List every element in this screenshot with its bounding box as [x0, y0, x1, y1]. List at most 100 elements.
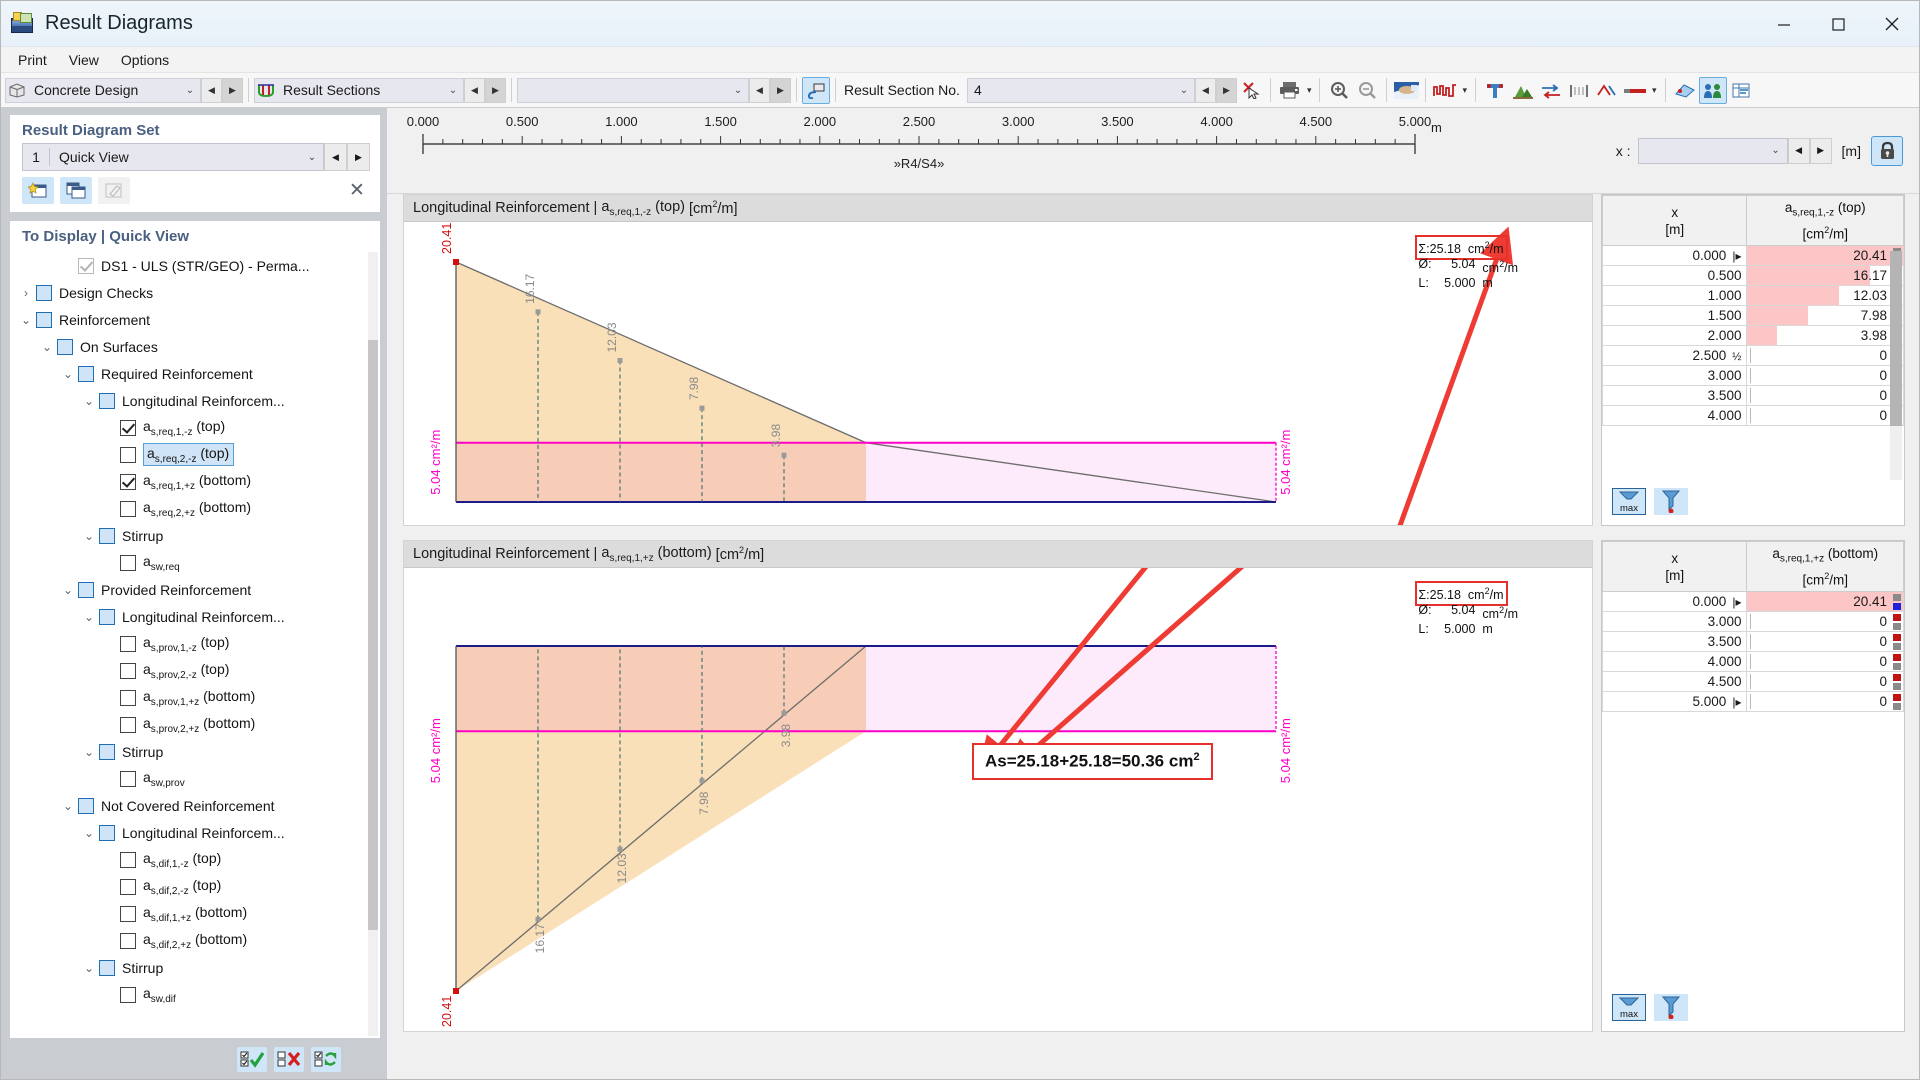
- type-prev-button[interactable]: ◀: [464, 77, 485, 103]
- delete-cursor-icon[interactable]: [1237, 77, 1265, 104]
- tree-item-checkbox[interactable]: [120, 932, 136, 949]
- tree-item[interactable]: ›as,prov,1,-z (top): [10, 630, 380, 657]
- table-row[interactable]: 4.000 0: [1602, 651, 1904, 673]
- x-prev-button[interactable]: ◀: [1787, 137, 1810, 164]
- tree-item-checkbox[interactable]: [120, 635, 136, 652]
- tree-item[interactable]: ›asw,req: [10, 549, 380, 576]
- zoom-out-icon[interactable]: [1353, 77, 1381, 104]
- table-row[interactable]: 0.000 |▸ 20.41: [1602, 591, 1904, 613]
- table-top-scrollbar[interactable]: [1890, 251, 1902, 480]
- landscape-icon[interactable]: [1509, 77, 1537, 104]
- tree-item-checkbox[interactable]: [120, 851, 136, 868]
- blank-combo[interactable]: ⌄: [517, 77, 749, 103]
- exchange-icon[interactable]: [1537, 77, 1565, 104]
- diagram-set-combo[interactable]: 1 Quick View ⌄: [22, 143, 324, 171]
- maximize-button[interactable]: [1811, 1, 1865, 47]
- tree-item[interactable]: ⌄ Longitudinal Reinforcem...: [10, 387, 380, 414]
- tree-item-checkbox[interactable]: [120, 878, 136, 895]
- tree-item-checkbox[interactable]: [120, 716, 136, 733]
- tree-item-checkbox[interactable]: [120, 662, 136, 679]
- tree-item-checkbox[interactable]: [99, 743, 115, 760]
- diagram-set-next-button[interactable]: ▶: [347, 143, 370, 171]
- tree-item-checkbox[interactable]: [120, 473, 136, 490]
- chevron-down-icon[interactable]: ⌄: [79, 529, 99, 543]
- tree-item[interactable]: ⌄ Stirrup: [10, 522, 380, 549]
- lock-icon[interactable]: [1871, 135, 1903, 166]
- table-row[interactable]: 3.500 0: [1602, 385, 1904, 407]
- tree-item[interactable]: › Design Checks: [10, 279, 380, 306]
- chevron-right-icon[interactable]: ›: [16, 286, 36, 300]
- table-row[interactable]: 0.500 16.17: [1602, 265, 1904, 287]
- tree-scrollbar[interactable]: [368, 252, 378, 1036]
- filter-icon[interactable]: [1654, 994, 1688, 1021]
- module-prev-button[interactable]: ◀: [201, 77, 222, 103]
- tree-item[interactable]: ›as,dif,2,-z (top): [10, 873, 380, 900]
- ruler-icon[interactable]: [1593, 77, 1621, 104]
- max-filter-button[interactable]: max: [1612, 488, 1646, 515]
- line-style-icon[interactable]: [1621, 77, 1649, 104]
- edit-set-icon[interactable]: [98, 177, 130, 204]
- tree-item[interactable]: ⌄ Longitudinal Reinforcem...: [10, 603, 380, 630]
- line-style-caret[interactable]: ▾: [1649, 85, 1660, 96]
- people-icon[interactable]: [1698, 76, 1727, 104]
- tree-item[interactable]: ⌄ Longitudinal Reinforcem...: [10, 819, 380, 846]
- tree-item[interactable]: ›as,dif,2,+z (bottom): [10, 927, 380, 954]
- chevron-down-icon[interactable]: ⌄: [37, 340, 57, 354]
- tree-item-checkbox[interactable]: [120, 500, 136, 517]
- tree-item-checkbox[interactable]: [120, 419, 136, 436]
- menu-print[interactable]: Print: [7, 49, 58, 71]
- filter-icon[interactable]: [1654, 488, 1688, 515]
- tree-item-checkbox[interactable]: [99, 608, 115, 625]
- chevron-down-icon[interactable]: ⌄: [58, 799, 78, 813]
- tree-item-checkbox[interactable]: [120, 905, 136, 922]
- section-next-button[interactable]: ▶: [1215, 77, 1237, 103]
- diagram-set-prev-button[interactable]: ◀: [324, 143, 347, 171]
- table-row[interactable]: 5.000 |▸ 0: [1602, 691, 1904, 713]
- render-icon[interactable]: [1392, 77, 1420, 104]
- close-button[interactable]: [1865, 1, 1919, 47]
- module-combo[interactable]: Concrete Design ⌄: [5, 77, 201, 103]
- tree-item-checkbox[interactable]: [99, 824, 115, 841]
- table-row[interactable]: 3.000 0: [1602, 611, 1904, 633]
- table-icon[interactable]: [1727, 77, 1755, 104]
- tree-item[interactable]: ›as,prov,1,+z (bottom): [10, 684, 380, 711]
- diagram-dropdown-caret[interactable]: ▾: [1459, 85, 1470, 96]
- chevron-down-icon[interactable]: ⌄: [16, 313, 36, 327]
- x-next-button[interactable]: ▶: [1809, 137, 1832, 164]
- tree-item-checkbox[interactable]: [120, 689, 136, 706]
- print-dropdown-caret[interactable]: ▾: [1304, 85, 1315, 96]
- x-combo[interactable]: ⌄: [1637, 137, 1788, 164]
- table-row[interactable]: 0.000 |▸ 20.41: [1602, 245, 1904, 267]
- table-row[interactable]: 2.000 3.98: [1602, 325, 1904, 347]
- max-filter-button[interactable]: max: [1612, 994, 1646, 1021]
- chevron-down-icon[interactable]: ⌄: [79, 961, 99, 975]
- tree-item[interactable]: ⌄ Provided Reinforcement: [10, 576, 380, 603]
- tree-item[interactable]: ›as,prov,2,-z (top): [10, 657, 380, 684]
- tree-item[interactable]: ›asw,prov: [10, 765, 380, 792]
- section-prev-button[interactable]: ◀: [1194, 77, 1216, 103]
- tree-item[interactable]: ⌄ Stirrup: [10, 738, 380, 765]
- copy-set-icon[interactable]: [60, 177, 92, 204]
- tree-item-checkbox[interactable]: [78, 797, 94, 814]
- blank-prev-button[interactable]: ◀: [749, 77, 770, 103]
- zoom-in-icon[interactable]: [1325, 77, 1353, 104]
- tee-icon[interactable]: [1481, 77, 1509, 104]
- tree-item-checkbox[interactable]: [120, 446, 136, 463]
- result-section-combo[interactable]: 4 ⌄: [966, 77, 1195, 103]
- tree-item[interactable]: ⌄ Reinforcement: [10, 306, 380, 333]
- table-row[interactable]: 3.000 0: [1602, 365, 1904, 387]
- tree-item[interactable]: ⌄ Stirrup: [10, 954, 380, 981]
- grid-icon[interactable]: [1565, 77, 1593, 104]
- tree-item[interactable]: ›as,req,1,-z (top): [10, 414, 380, 441]
- tree-item[interactable]: ›DS1 - ULS (STR/GEO) - Perma...: [10, 252, 380, 279]
- tree-item-checkbox[interactable]: [57, 338, 73, 355]
- type-next-button[interactable]: ▶: [485, 77, 506, 103]
- menu-options[interactable]: Options: [110, 49, 180, 71]
- minimize-button[interactable]: [1757, 1, 1811, 47]
- tree-item[interactable]: ›as,req,2,-z (top): [10, 441, 380, 468]
- type-combo[interactable]: Result Sections ⌄: [254, 77, 464, 103]
- tree-item-checkbox[interactable]: [36, 311, 52, 328]
- tree-item-checkbox[interactable]: [99, 392, 115, 409]
- close-set-button[interactable]: ✕: [344, 178, 370, 204]
- surface-icon[interactable]: [1671, 77, 1699, 104]
